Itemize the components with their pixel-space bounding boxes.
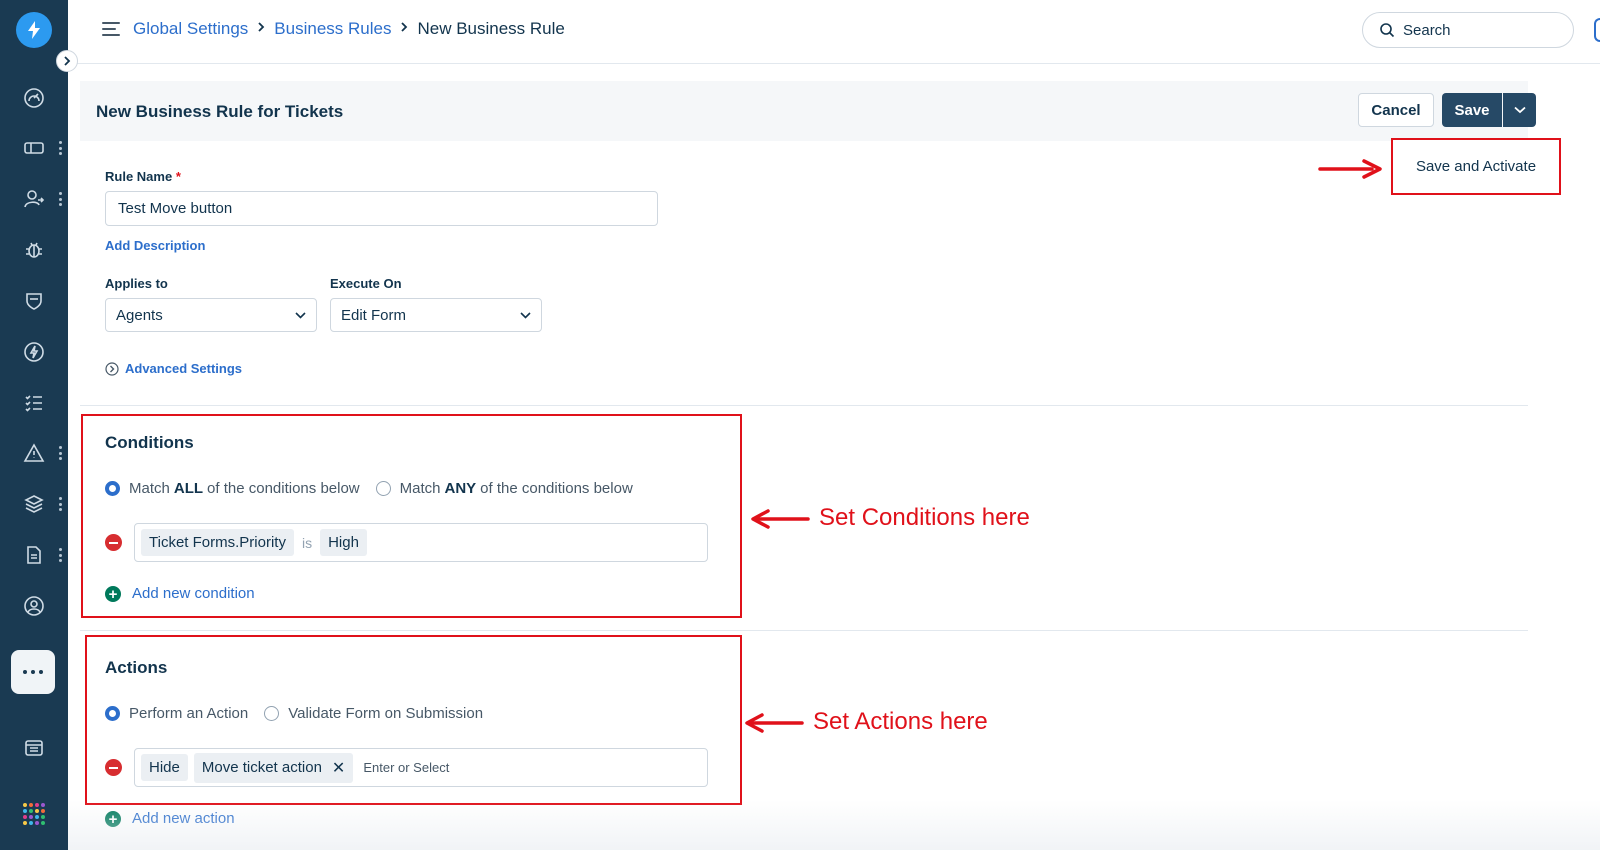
annotation-arrow-left-icon <box>751 509 810 529</box>
annotation-arrow-right-icon <box>1318 159 1382 179</box>
contacts-menu-dots-icon[interactable] <box>58 192 62 206</box>
action-field[interactable]: Hide Move ticket action ✕ Enter or Selec… <box>134 748 708 787</box>
condition-field-tag[interactable]: Ticket Forms.Priority <box>141 529 294 556</box>
tasks-icon[interactable] <box>0 383 68 423</box>
add-description-link[interactable]: Add Description <box>105 238 205 253</box>
save-and-activate-option[interactable]: Save and Activate <box>1391 138 1561 195</box>
action-input-placeholder[interactable]: Enter or Select <box>363 760 449 775</box>
divider <box>80 630 1528 631</box>
applies-to-select[interactable]: Agents <box>105 298 317 332</box>
conditions-match-options: Match ALL of the conditions below Match … <box>105 480 633 497</box>
bottom-fade <box>68 800 1600 850</box>
actions-type-options: Perform an Action Validate Form on Submi… <box>105 705 483 722</box>
lightning-logo-icon[interactable] <box>16 12 52 48</box>
sidebar <box>0 0 68 850</box>
remove-action-icon[interactable] <box>105 759 122 776</box>
rule-name-value: Test Move button <box>118 200 233 217</box>
match-any-radio[interactable] <box>375 481 391 496</box>
menu-icon[interactable] <box>102 22 120 36</box>
sidebar-expand-button[interactable] <box>56 50 78 72</box>
breadcrumb-global-settings[interactable]: Global Settings <box>133 19 248 39</box>
profile-avatar-edge[interactable] <box>1594 18 1600 42</box>
search-icon <box>1380 23 1395 38</box>
chevron-right-icon <box>64 56 71 66</box>
add-action-link[interactable]: Add new action <box>132 810 235 827</box>
match-all-radio[interactable] <box>105 481 120 496</box>
breadcrumb-business-rules[interactable]: Business Rules <box>274 19 391 39</box>
top-bar: Global Settings Business Rules New Busin… <box>68 0 1600 64</box>
save-button[interactable]: Save <box>1442 93 1502 127</box>
match-all-bold: ALL <box>173 480 204 497</box>
conditions-annotation-text: Set Conditions here <box>819 504 1030 531</box>
match-all-text-post: of the conditions below <box>207 480 360 497</box>
search-placeholder: Search <box>1403 21 1451 39</box>
perform-action-label: Perform an Action <box>129 705 249 722</box>
validate-form-radio[interactable] <box>264 706 280 721</box>
catalog-icon[interactable] <box>0 728 68 768</box>
chevron-right-icon <box>399 20 409 38</box>
match-any-text-post: of the conditions below <box>480 480 633 497</box>
match-any-text: Match <box>399 480 441 497</box>
condition-value-tag[interactable]: High <box>320 529 367 556</box>
add-action-icon[interactable]: + <box>105 811 121 827</box>
conditions-title: Conditions <box>105 433 194 452</box>
action-type-tag[interactable]: Hide <box>141 754 188 781</box>
shield-icon[interactable] <box>0 281 68 321</box>
applies-to-value: Agents <box>116 306 163 324</box>
tickets-menu-dots-icon[interactable] <box>58 141 62 155</box>
layers-menu-dots-icon[interactable] <box>58 497 62 511</box>
page-header: New Business Rule for Tickets Cancel Sav… <box>80 81 1536 141</box>
match-any-bold: ANY <box>444 480 477 497</box>
divider <box>80 405 1528 406</box>
match-all-text: Match <box>129 480 170 497</box>
alert-menu-dots-icon[interactable] <box>58 446 62 460</box>
chevron-down-icon <box>1513 106 1526 114</box>
chevron-right-icon <box>256 20 266 38</box>
advanced-settings-link[interactable]: Advanced Settings <box>125 361 242 376</box>
condition-field[interactable]: Ticket Forms.Priority is High <box>134 523 708 562</box>
action-target-tag[interactable]: Move ticket action ✕ <box>193 752 354 783</box>
condition-operator[interactable]: is <box>300 535 314 551</box>
search-input[interactable]: Search <box>1362 12 1574 48</box>
breadcrumb: Global Settings Business Rules New Busin… <box>133 19 565 39</box>
page-title: New Business Rule for Tickets <box>96 102 344 121</box>
chevron-circle-icon[interactable] <box>105 362 119 376</box>
annotation-arrow-left-icon <box>745 713 804 733</box>
close-icon[interactable]: ✕ <box>332 758 345 778</box>
validate-form-label: Validate Form on Submission <box>288 705 484 722</box>
applies-to-label: Applies to <box>105 276 168 291</box>
cancel-button[interactable]: Cancel <box>1358 93 1434 127</box>
execute-on-select[interactable]: Edit Form <box>330 298 542 332</box>
action-target-label: Move ticket action <box>201 759 322 776</box>
add-condition-icon[interactable]: + <box>105 586 121 602</box>
rule-name-label: Rule Name * <box>105 169 181 184</box>
breadcrumb-current: New Business Rule <box>417 19 565 38</box>
execute-on-label: Execute On <box>330 276 402 291</box>
dashboard-icon[interactable] <box>0 78 68 118</box>
execute-on-value: Edit Form <box>341 306 407 324</box>
apps-icon[interactable] <box>23 803 45 825</box>
save-options-button[interactable] <box>1503 93 1536 127</box>
actions-annotation-text: Set Actions here <box>813 708 988 735</box>
chevron-down-icon <box>295 311 306 319</box>
actions-title: Actions <box>105 658 168 677</box>
bug-icon[interactable] <box>0 230 68 270</box>
more-icon[interactable] <box>11 650 55 694</box>
remove-condition-icon[interactable] <box>105 534 122 551</box>
documents-menu-dots-icon[interactable] <box>58 548 62 562</box>
chevron-down-icon <box>520 311 531 319</box>
perform-action-radio[interactable] <box>105 706 120 721</box>
automation-icon[interactable] <box>0 332 68 372</box>
admin-icon[interactable] <box>0 586 68 626</box>
save-and-activate-label: Save and Activate <box>1415 158 1537 175</box>
add-condition-link[interactable]: Add new condition <box>132 585 255 602</box>
rule-name-field[interactable]: Test Move button <box>105 191 658 226</box>
